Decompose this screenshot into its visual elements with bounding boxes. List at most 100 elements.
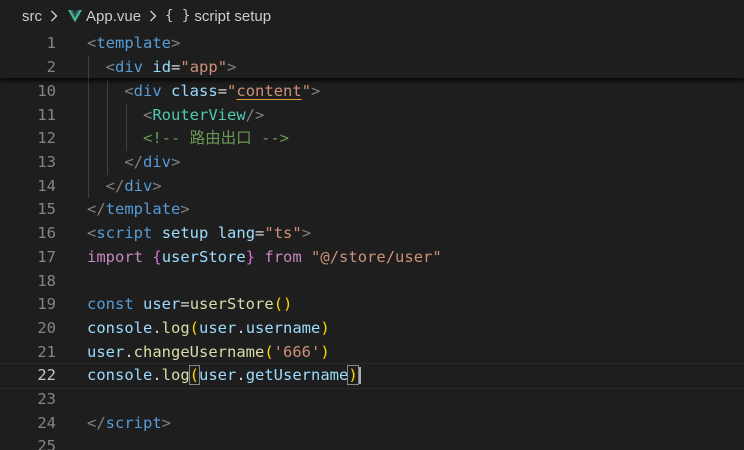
code-token: > xyxy=(180,200,190,219)
code-token: user xyxy=(199,318,237,337)
code-token: < xyxy=(87,34,97,52)
code-token: RouterView xyxy=(152,105,246,124)
line-number: 19 xyxy=(37,295,56,314)
code-token: "ts" xyxy=(264,224,302,243)
code-token: console xyxy=(87,366,153,385)
code-line[interactable]: 21 user.changeUsername('666') xyxy=(0,341,744,365)
breadcrumb-folder[interactable]: src xyxy=(22,8,42,25)
code-token: . xyxy=(236,366,246,385)
code-token: ( xyxy=(189,318,200,337)
code-line[interactable]: 19 const user=userStore() xyxy=(0,293,744,317)
code-line[interactable]: 16 <script setup lang="ts"> xyxy=(0,222,744,246)
line-number: 1 xyxy=(46,34,56,52)
line-number: 25 xyxy=(37,437,56,450)
line-number: 18 xyxy=(37,271,56,290)
code-token: < xyxy=(124,82,134,100)
code-token: setup xyxy=(161,224,209,243)
code-token: " xyxy=(301,82,312,100)
code-token: < xyxy=(143,105,153,124)
sticky-scroll-header[interactable]: 1 <template> 2 <div id="app"> xyxy=(0,32,744,80)
code-token: div xyxy=(115,57,144,76)
code-line[interactable]: 12 <!-- 路由出口 --> xyxy=(0,127,744,152)
code-token: '666' xyxy=(273,342,321,361)
code-token: user xyxy=(143,295,181,314)
code-text: </div> xyxy=(87,175,162,199)
line-number: 23 xyxy=(37,389,56,408)
code-token: lang xyxy=(217,224,256,243)
code-token: </ xyxy=(105,176,125,195)
code-token: > xyxy=(152,176,162,195)
line-number: 15 xyxy=(37,200,56,219)
code-line[interactable]: 14 </div> xyxy=(0,174,744,199)
code-token: from xyxy=(264,247,302,266)
code-token: template xyxy=(96,34,171,52)
code-line[interactable]: 15 </template> xyxy=(0,198,744,222)
code-token: "app" xyxy=(180,57,228,76)
code-text: user.changeUsername('666') xyxy=(87,341,330,365)
code-text: </div> xyxy=(87,151,180,175)
code-line[interactable]: 13 </div> xyxy=(0,151,744,175)
code-text: const user=userStore() xyxy=(87,293,292,317)
code-token: template xyxy=(105,200,181,219)
code-line[interactable]: 24 </script> xyxy=(0,412,744,436)
code-token: <!-- 路由出口 --> xyxy=(143,129,289,148)
code-token: . xyxy=(152,366,162,385)
code-token: script xyxy=(96,224,153,243)
line-number: 24 xyxy=(37,413,56,432)
breadcrumb-symbol[interactable]: script setup xyxy=(194,8,271,25)
code-line[interactable]: 11 <RouterView/> xyxy=(0,103,744,128)
code-token: /> xyxy=(245,105,265,124)
line-number: 12 xyxy=(37,129,56,148)
code-text: console.log(user.username) xyxy=(87,317,330,341)
code-editor[interactable]: 10 <div class="content"> 11 <RouterView/>… xyxy=(0,80,744,450)
code-token: userStore xyxy=(161,247,246,266)
code-token: </ xyxy=(87,200,106,219)
code-token: </ xyxy=(87,413,106,432)
code-line[interactable]: 20 console.log(user.username) xyxy=(0,317,744,341)
code-text: </script> xyxy=(87,412,171,436)
code-token: div xyxy=(133,82,162,100)
line-number: 21 xyxy=(37,342,56,361)
code-token: </ xyxy=(124,153,143,172)
code-line[interactable]: 18 xyxy=(0,270,744,294)
code-line[interactable]: 1 <template> xyxy=(0,32,744,56)
chevron-right-icon xyxy=(145,8,161,24)
code-token: = xyxy=(171,57,181,76)
code-text: <!-- 路由出口 --> xyxy=(87,127,289,151)
code-line[interactable]: 23 xyxy=(0,388,744,412)
code-token: . xyxy=(152,318,162,337)
code-token: getUsername xyxy=(245,366,349,385)
code-token: > xyxy=(311,82,321,100)
code-token: . xyxy=(236,318,246,337)
code-token: > xyxy=(171,34,181,52)
code-token: = xyxy=(180,295,190,314)
code-token: ( xyxy=(264,342,274,361)
code-token: > xyxy=(171,153,181,172)
code-token: } xyxy=(245,247,256,266)
code-token: import xyxy=(87,247,143,266)
code-token: user xyxy=(87,342,125,361)
vue-file-icon xyxy=(68,9,82,23)
line-number: 2 xyxy=(46,57,56,76)
code-line[interactable]: 17 import {userStore} from "@/store/user" xyxy=(0,246,744,270)
code-token: script xyxy=(105,413,162,432)
code-text: import {userStore} from "@/store/user" xyxy=(87,246,442,270)
code-line[interactable]: 22 console.log(user.getUsername) xyxy=(0,363,744,389)
chevron-right-icon xyxy=(46,8,62,24)
breadcrumb-file[interactable]: App.vue xyxy=(86,8,141,25)
code-line[interactable]: 2 <div id="app"> xyxy=(0,55,744,80)
code-token: ) xyxy=(320,318,330,337)
code-line[interactable]: 25 xyxy=(0,435,744,450)
code-token: div xyxy=(124,176,153,195)
line-number: 17 xyxy=(37,247,56,266)
code-token: < xyxy=(105,57,116,76)
code-line[interactable]: 10 <div class="content"> xyxy=(0,80,744,104)
symbol-namespace-icon: { } xyxy=(165,8,191,24)
code-token: changeUsername xyxy=(133,342,265,361)
code-token: () xyxy=(273,295,293,314)
